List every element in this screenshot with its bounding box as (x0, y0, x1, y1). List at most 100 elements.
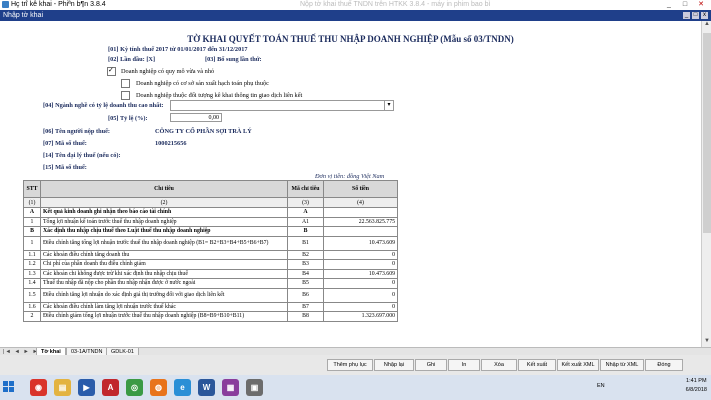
export-xml-button[interactable]: Kết xuất XML (557, 359, 599, 371)
row-amount[interactable] (323, 226, 398, 237)
save-button[interactable]: Ghi (415, 359, 447, 371)
row-stt: B (23, 226, 41, 237)
row-amount[interactable]: 22.563.825.775 (323, 216, 398, 227)
firefox-icon[interactable]: ◍ (150, 379, 167, 396)
maximize-button[interactable]: □ (677, 0, 693, 10)
row-name: Các khoản điều chỉnh tăng doanh thu (40, 249, 288, 260)
delete-button[interactable]: Xóa (481, 359, 517, 371)
sub-close-button[interactable]: x (701, 12, 708, 19)
chrome-icon[interactable]: ◎ (126, 379, 143, 396)
row-stt: 2 (23, 311, 41, 322)
system-clock[interactable]: 1:41 PM 6/8/2018 (686, 377, 707, 395)
scroll-thumb[interactable] (703, 33, 711, 233)
industry-label: [04] Ngành nghề có tỷ lệ doanh thu cao n… (43, 102, 164, 109)
import-xml-button[interactable]: Nhập từ XML (600, 359, 644, 371)
row-code: A (287, 207, 324, 218)
window-title: Hç trî kê khai - Phiªn b¶n 3.8.4 (11, 1, 106, 8)
media-icon[interactable]: ▶ (78, 379, 95, 396)
rate-input[interactable]: 0,00 (170, 113, 222, 122)
minimize-button[interactable]: _ (661, 0, 677, 10)
form-area: TỜ KHAI QUYẾT TOÁN THUẾ THU NHẬP DOANH N… (0, 21, 701, 347)
file-explorer-icon[interactable]: ▤ (54, 379, 71, 396)
row-stt: 1.5 (23, 287, 41, 303)
htkk-icon[interactable]: ▦ (222, 379, 239, 396)
row-stt: 1.2 (23, 259, 41, 270)
sub-minimize-button[interactable]: _ (683, 12, 690, 19)
row-amount[interactable]: 10.473.609 (323, 268, 398, 279)
word-glyph: W (202, 383, 211, 392)
index-cell: (2) (40, 197, 288, 208)
reset-button[interactable]: Nhập lại (374, 359, 414, 371)
row-name: Xác định thu nhập chịu thuế theo Luật th… (40, 226, 288, 237)
row-code: B3 (287, 259, 324, 270)
row-code: B1 (287, 235, 324, 251)
export-button[interactable]: Kết xuất (518, 359, 556, 371)
checkbox-related-party[interactable] (121, 91, 130, 100)
row-amount[interactable]: 0 (323, 301, 398, 312)
row-stt: 1 (23, 235, 41, 251)
checkbox-sme-label: Doanh nghiệp có quy mô vừa và nhỏ (121, 68, 215, 75)
table-header: STT Chỉ tiêu Mã chỉ tiêu Số tiền (23, 180, 398, 198)
tax-table: STT Chỉ tiêu Mã chỉ tiêu Số tiền (1) (2)… (23, 180, 398, 322)
row-code: B (287, 226, 324, 237)
row-amount[interactable]: 10.473.609 (323, 235, 398, 251)
agent-label: [14] Tên đại lý thuế (nếu có): (43, 152, 121, 159)
row-name: Kết quả kinh doanh ghi nhận theo báo cáo… (40, 207, 288, 218)
file-explorer-glyph: ▤ (58, 383, 67, 392)
col-amount: Số tiền (323, 180, 398, 198)
pdf-icon[interactable]: A (102, 379, 119, 396)
row-amount[interactable]: 0 (323, 278, 398, 289)
row-name: Điều chỉnh giảm tổng lợi nhuận trước thu… (40, 311, 288, 322)
close-button[interactable]: ✕ (693, 0, 709, 10)
table-row: B Xác định thu nhập chịu thuế theo Luật t… (23, 226, 398, 237)
industry-select[interactable]: ▾ (170, 100, 394, 111)
row-code: B8 (287, 311, 324, 322)
table-row: 1 Tổng lợi nhuận kế toán trước thuế thu n… (23, 216, 398, 227)
row-amount[interactable]: 1.323.697.000 (323, 311, 398, 322)
subwindow-controls: _ □ x (683, 12, 708, 19)
row-amount[interactable]: 0 (323, 249, 398, 260)
tax-id-value: 1000215656 (155, 140, 187, 147)
row-amount[interactable]: 0 (323, 259, 398, 270)
red-app-icon[interactable]: ◉ (30, 379, 47, 396)
checkbox-sme[interactable]: ✓ (107, 66, 116, 76)
media-glyph: ▶ (83, 383, 90, 392)
windows-start-icon[interactable] (3, 381, 15, 393)
subwindow-title: Nhập tờ khai (3, 12, 44, 19)
checkbox-dependent-unit[interactable] (121, 79, 130, 88)
supplement-label: [03] Bổ sung lần thứ: (205, 56, 262, 63)
first-time-label: [02] Lần đầu: [X] (108, 56, 156, 63)
row-name: Các khoản điều chỉnh làm tăng lợi nhuận … (40, 301, 288, 312)
clock-date: 6/8/2018 (685, 387, 707, 393)
chevron-down-icon[interactable]: ▾ (384, 101, 393, 110)
row-name: Thuế thu nhập đã nộp cho phần thu nhập n… (40, 278, 288, 289)
row-name: Chi phí của phần doanh thu điều chỉnh gi… (40, 259, 288, 270)
row-amount[interactable]: 0 (323, 287, 398, 303)
misc-icon[interactable]: ▣ (246, 379, 263, 396)
table-row: 1.1 Các khoản điều chỉnh tăng doanh thu B2… (23, 249, 398, 260)
taxpayer-value: CÔNG TY CỔ PHẦN SỢI TRÀ LÝ (155, 128, 252, 135)
form-heading: TỜ KHAI QUYẾT TOÁN THUẾ THU NHẬP DOANH N… (187, 34, 514, 44)
row-stt: A (23, 207, 41, 218)
word-icon[interactable]: W (198, 379, 215, 396)
close-form-button[interactable]: Đóng (645, 359, 683, 371)
rate-label: [05] Tỷ lệ (%): (108, 115, 148, 122)
row-stt: 1.4 (23, 278, 41, 289)
htkk-glyph: ▦ (226, 383, 235, 392)
misc-glyph: ▣ (250, 383, 259, 392)
add-appendix-button[interactable]: Thêm phụ lục (327, 359, 373, 371)
table-row: 1.2 Chi phí của phần doanh thu điều chỉnh… (23, 259, 398, 270)
scroll-up-icon[interactable]: ▲ (702, 21, 711, 30)
vertical-scrollbar[interactable]: ▲ ▼ (701, 21, 711, 347)
print-button[interactable]: In (448, 359, 480, 371)
checkbox-related-party-label: Doanh nghiệp thuộc đối tượng kê khai thô… (136, 92, 303, 99)
row-code: B4 (287, 268, 324, 279)
language-indicator[interactable]: EN (597, 383, 605, 389)
row-amount[interactable] (323, 207, 398, 218)
table-row: 1.6 Các khoản điều chỉnh làm tăng lợi nhu… (23, 301, 398, 312)
index-cell: (4) (323, 197, 398, 208)
sub-maximize-button[interactable]: □ (692, 12, 699, 19)
ie-icon[interactable]: e (174, 379, 191, 396)
app-titlebar: Hç trî kê khai - Phiªn b¶n 3.8.4 Nộp tờ … (0, 0, 711, 10)
scroll-down-icon[interactable]: ▼ (702, 338, 711, 347)
